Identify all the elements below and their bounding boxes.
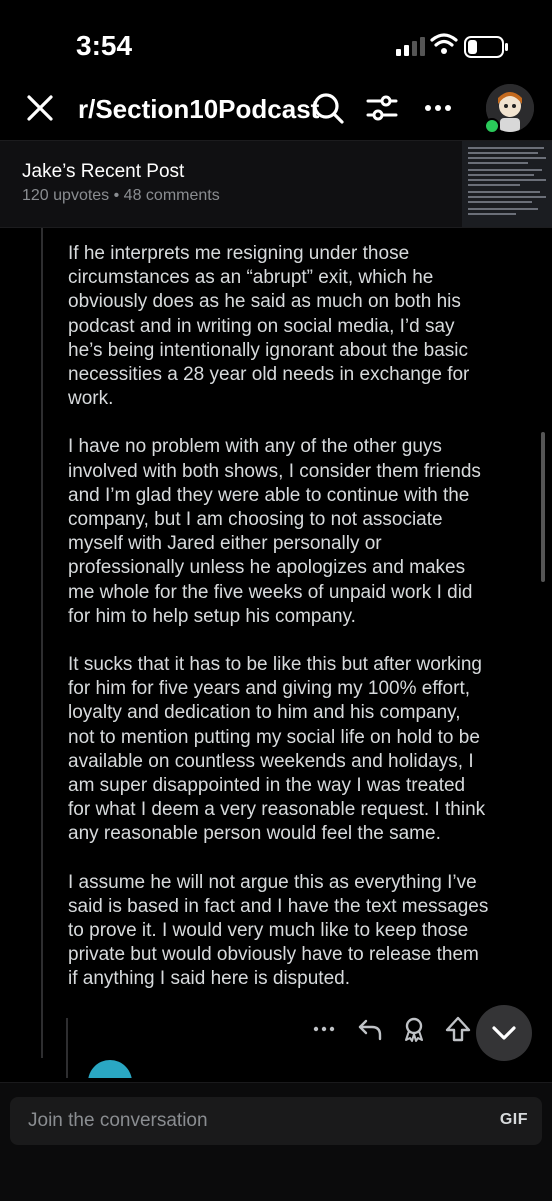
reply-avatar[interactable] [88,1060,132,1078]
chevron-down-icon [492,1026,516,1040]
comment-thread[interactable]: If he interprets me resigning under thos… [0,228,552,1078]
cellular-signal-icon [396,37,425,56]
post-header[interactable]: Jake’s Recent Post 120 upvotes • 48 comm… [0,140,552,228]
comment-paragraph: I assume he will not argue this as every… [68,871,489,990]
award-icon[interactable] [400,1015,428,1043]
comment-paragraph: It sucks that it has to be like this but… [68,654,486,845]
comment-input-placeholder: Join the conversation [28,1110,208,1131]
wifi-icon [430,33,458,54]
post-title[interactable]: Jake’s Recent Post [22,161,184,183]
more-icon[interactable] [310,1015,338,1043]
gif-button[interactable]: GIF [500,1111,528,1129]
next-comment-button[interactable] [476,1005,532,1061]
status-bar: 3:54 [0,0,552,80]
status-time: 3:54 [76,30,133,61]
subreddit-name[interactable]: r/Section10Podcast [78,94,319,125]
close-icon[interactable] [22,90,58,126]
comment-input[interactable]: Join the conversation GIF [10,1097,542,1145]
battery-icon [464,36,508,58]
sort-icon[interactable] [364,90,400,126]
thread-line[interactable] [66,1018,68,1078]
comment-paragraph: I have no problem with any of the other … [68,436,481,627]
search-icon[interactable] [310,90,346,126]
comment-paragraph: If he interprets me resigning under thos… [68,243,470,410]
scrollbar[interactable] [541,432,545,582]
top-nav: r/Section10Podcast [0,80,552,138]
comment-body: If he interprets me resigning under thos… [68,242,538,1016]
reply-icon[interactable] [356,1015,384,1043]
post-thumbnail[interactable] [462,141,552,227]
thread-line[interactable] [41,228,43,1058]
upvote-icon[interactable] [444,1015,472,1043]
bottom-bar: Join the conversation GIF [0,1082,552,1201]
post-meta: 120 upvotes • 48 comments [22,187,220,204]
online-status-dot [484,118,500,134]
more-icon[interactable] [420,90,456,126]
thumbnail-text-image [468,147,546,215]
